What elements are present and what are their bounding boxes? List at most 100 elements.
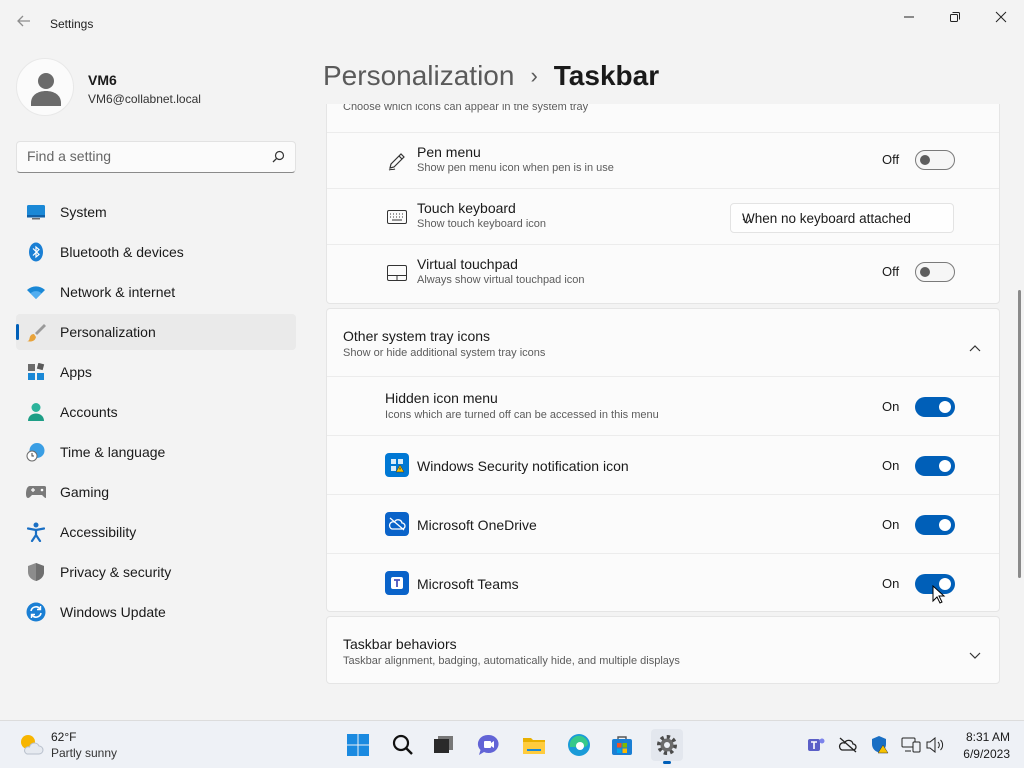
start-icon[interactable] [342,729,374,761]
sidebar-item-time[interactable]: Time & language [16,434,296,470]
pen-menu-state: Off [882,152,900,167]
sidebar-item-accessibility[interactable]: Accessibility [16,514,296,550]
user-email: VM6@collabnet.local [88,92,201,106]
clock-date[interactable]: 6/9/2023 [963,747,1010,761]
sidebar-item-label: System [60,204,107,220]
onedrive-icon [385,512,409,536]
restore-icon[interactable] [932,6,978,28]
onedrive-title: Microsoft OneDrive [417,517,537,533]
teams-state: On [882,576,900,591]
weather-partly-sunny-icon[interactable] [18,732,44,758]
search-box[interactable] [16,141,296,173]
main-content: Choose which icons can appear in the sys… [326,104,1000,716]
pen-menu-row: Pen menu Show pen menu icon when pen is … [327,132,999,188]
onedrive-state: On [882,517,900,532]
system-icon [26,203,46,221]
other-tray-title: Other system tray icons [343,328,491,344]
teams-tray-icon[interactable] [806,735,826,755]
sidebar-item-label: Time & language [60,444,166,460]
teams-icon [385,571,409,595]
settings-icon[interactable] [651,729,683,764]
breadcrumb: Personalization › Taskbar [323,58,659,94]
hidden-icon-menu-title: Hidden icon menu [385,390,498,406]
edge-icon[interactable] [563,729,595,761]
sidebar-item-label: Privacy & security [60,564,172,580]
controller-icon [26,483,46,501]
search-icon[interactable] [387,729,419,761]
brush-icon [26,323,46,342]
touch-keyboard-row: Touch keyboard Show touch keyboard icon … [327,188,999,244]
accounts-icon [26,403,46,421]
network-icon[interactable] [901,735,921,755]
teams-row: Microsoft Teams On [327,553,999,612]
store-icon[interactable] [606,729,638,761]
search-icon[interactable] [272,150,285,168]
user-name: VM6 [88,72,117,88]
close-icon[interactable] [978,6,1024,28]
onedrive-offline-icon[interactable] [838,735,858,755]
touch-keyboard-dropdown[interactable]: When no keyboard attached [730,203,954,233]
virtual-touchpad-state: Off [882,264,900,279]
hidden-icon-menu-toggle[interactable] [915,397,955,417]
touch-keyboard-title: Touch keyboard [417,200,516,216]
breadcrumb-parent[interactable]: Personalization [323,60,514,92]
accessibility-icon [26,522,46,542]
taskbar-behaviors-card[interactable]: Taskbar behaviors Taskbar alignment, bad… [326,616,1000,684]
sidebar-item-apps[interactable]: Apps [16,354,296,390]
toggle-knob [939,460,951,472]
sidebar-item-label: Accounts [60,404,118,420]
search-input[interactable] [27,148,257,164]
sidebar-item-label: Accessibility [60,524,137,540]
pen-icon [385,149,409,173]
volume-icon[interactable] [925,735,945,755]
toggle-knob [920,267,930,277]
security-warning-icon[interactable] [870,735,890,755]
taskbar-behaviors-title: Taskbar behaviors [343,636,457,652]
chevron-down-icon [742,213,941,228]
chevron-down-icon[interactable] [969,647,981,665]
onedrive-toggle[interactable] [915,515,955,535]
task-view-icon[interactable] [428,729,460,761]
sidebar-item-privacy[interactable]: Privacy & security [16,554,296,590]
shield-icon [26,563,46,581]
apps-icon [26,363,46,381]
minimize-icon[interactable] [886,6,932,28]
chevron-up-icon[interactable] [969,339,981,357]
taskbar: 62°F Partly sunny 8:31 AM 6/9/2023 [0,720,1024,768]
user-profile[interactable]: VM6 VM6@collabnet.local [16,58,296,118]
sidebar-item-network[interactable]: Network & internet [16,274,296,310]
file-explorer-icon[interactable] [518,729,550,761]
windows-security-toggle[interactable] [915,456,955,476]
windows-security-title: Windows Security notification icon [417,458,629,474]
windows-security-state: On [882,458,900,473]
corner-icons-subtitle: Choose which icons can appear in the sys… [343,104,589,113]
taskbar-corner-icons-card: Choose which icons can appear in the sys… [326,104,1000,304]
weather-temp[interactable]: 62°F [51,730,76,744]
pen-menu-title: Pen menu [417,144,481,160]
virtual-touchpad-toggle[interactable] [915,262,955,282]
toggle-knob [939,401,951,413]
page-title: Taskbar [553,60,660,91]
clock-time[interactable]: 8:31 AM [966,730,1010,744]
title-bar: Settings [0,0,1024,48]
back-arrow-icon[interactable] [14,14,34,34]
chat-icon[interactable] [473,729,505,761]
hidden-icon-menu-state: On [882,399,900,414]
sidebar-item-accounts[interactable]: Accounts [16,394,296,430]
wifi-icon [26,283,46,301]
pen-menu-subtitle: Show pen menu icon when pen is in use [417,162,614,174]
keyboard-icon [385,205,409,229]
other-tray-header[interactable]: Other system tray icons Show or hide add… [327,309,999,376]
update-icon [26,602,46,622]
sidebar-item-label: Gaming [60,484,110,500]
weather-condition[interactable]: Partly sunny [51,746,117,760]
sidebar-item-bluetooth[interactable]: Bluetooth & devices [16,234,296,270]
bluetooth-icon [26,242,46,262]
sidebar-item-windows-update[interactable]: Windows Update [16,594,296,630]
scrollbar[interactable] [1018,290,1021,578]
sidebar-item-personalization[interactable]: Personalization [16,314,296,350]
avatar [16,58,74,116]
pen-menu-toggle[interactable] [915,150,955,170]
sidebar-item-system[interactable]: System [16,194,296,230]
sidebar-item-gaming[interactable]: Gaming [16,474,296,510]
